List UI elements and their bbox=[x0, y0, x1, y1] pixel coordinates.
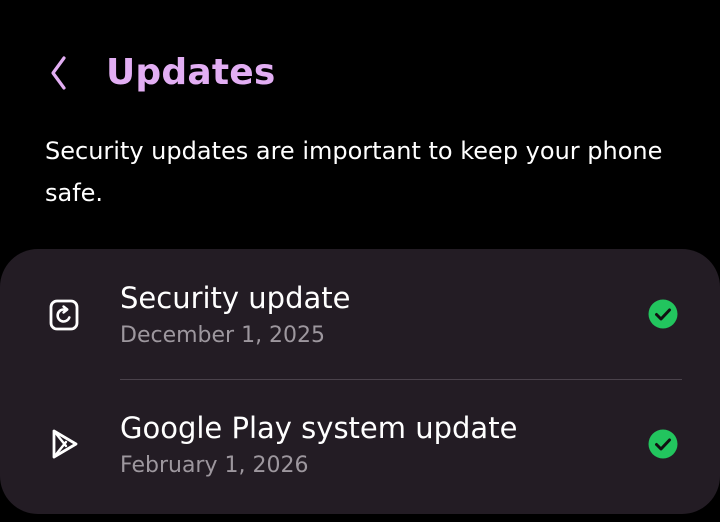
check-circle-icon bbox=[648, 429, 678, 459]
page-description: Security updates are important to keep y… bbox=[45, 137, 663, 207]
page-title: Updates bbox=[106, 52, 276, 93]
security-update-icon bbox=[44, 295, 84, 335]
security-update-date: December 1, 2025 bbox=[120, 323, 326, 348]
security-update-row[interactable]: Security update December 1, 2025 bbox=[0, 249, 720, 379]
chevron-left-icon bbox=[51, 56, 66, 90]
google-play-system-update-title: Google Play system update bbox=[120, 411, 518, 445]
back-button[interactable] bbox=[36, 50, 82, 96]
check-circle-icon bbox=[648, 299, 678, 329]
google-play-system-update-row[interactable]: Google Play system update February 1, 20… bbox=[0, 380, 720, 510]
google-play-system-update-date: February 1, 2026 bbox=[120, 453, 309, 478]
updates-card: Security update December 1, 2025 Google … bbox=[0, 249, 720, 514]
header: Updates bbox=[0, 40, 720, 106]
google-play-icon bbox=[44, 424, 84, 464]
security-update-title: Security update bbox=[120, 281, 351, 315]
